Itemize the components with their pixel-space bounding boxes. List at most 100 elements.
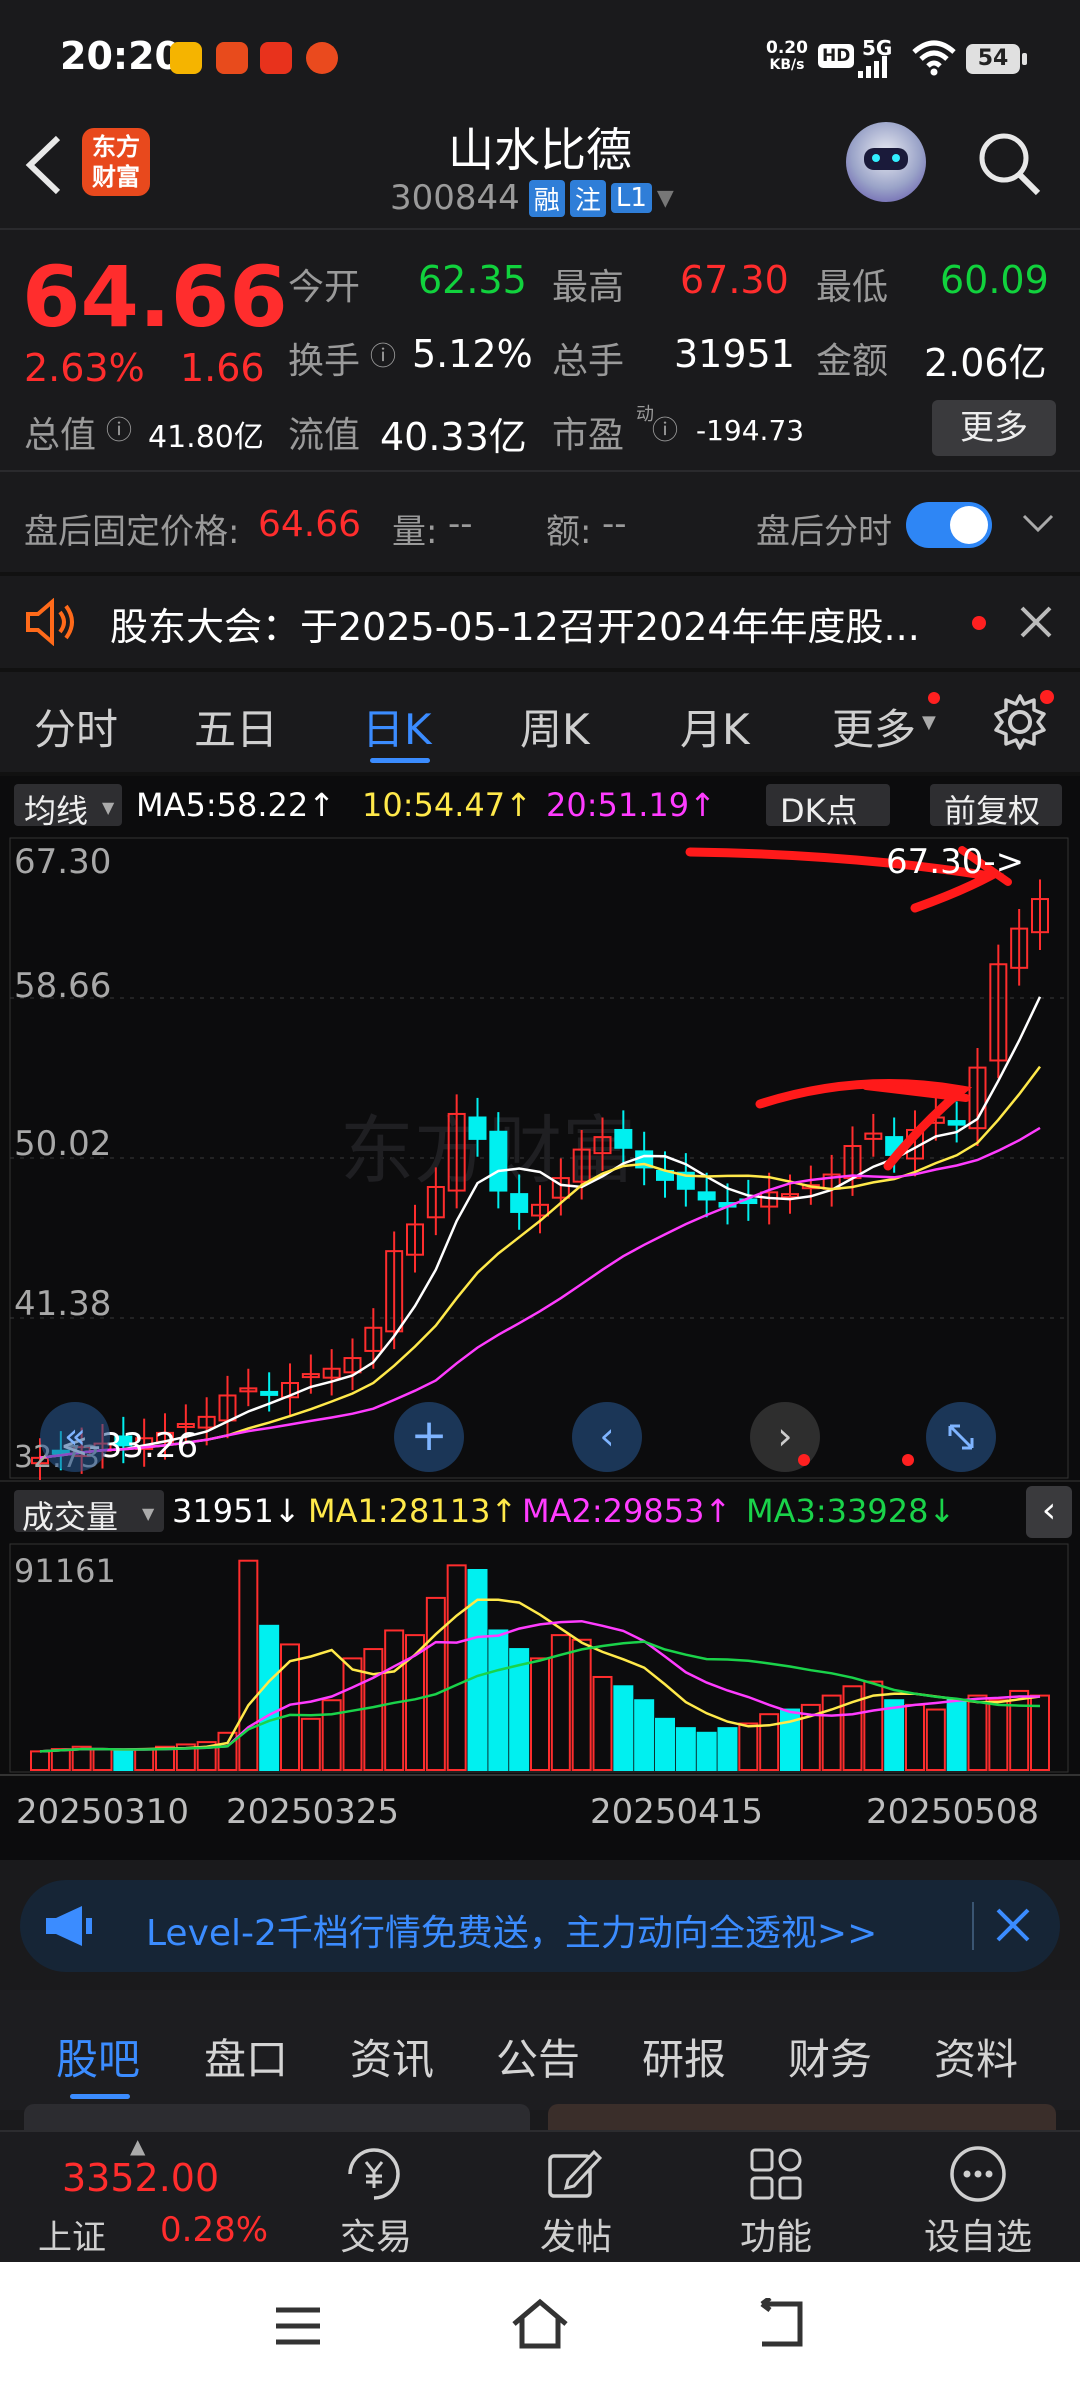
tab-more[interactable]: 更多 <box>832 696 916 757</box>
active-tab-indicator <box>70 2094 130 2099</box>
candle <box>510 1193 529 1213</box>
volume-bar <box>238 1559 259 1772</box>
candle <box>614 1128 633 1149</box>
volume-bar <box>717 1727 738 1772</box>
home-icon[interactable] <box>508 2296 572 2352</box>
chevron-down-icon[interactable]: ▼ <box>657 186 674 211</box>
robot-assistant-icon[interactable] <box>846 122 926 202</box>
volume-bar <box>634 1699 655 1771</box>
back-icon[interactable] <box>752 2298 808 2350</box>
volume-bar <box>92 1748 113 1771</box>
tab-finance[interactable]: 财务 <box>788 2026 872 2087</box>
tab-pankou[interactable]: 盘口 <box>204 2026 288 2087</box>
chevron-up-icon[interactable]: ▲ <box>130 2134 145 2158</box>
status-time: 20:20 <box>60 34 181 78</box>
collapse-panel-button[interactable]: ‹ <box>1026 1486 1072 1538</box>
tab-profile[interactable]: 资料 <box>934 2026 1018 2087</box>
after-hours-price: 64.66 <box>258 504 362 545</box>
nav-add-watchlist[interactable]: 设自选 <box>924 2208 1032 2260</box>
post-icon[interactable] <box>546 2146 602 2202</box>
volume-bar <box>988 1699 1009 1771</box>
promo-text: Level-2千档行情免费送，主力动向全透视>> <box>146 1913 878 1954</box>
date-label: 20250325 <box>226 1792 400 1832</box>
volume-bar <box>759 1713 780 1772</box>
fullscreen-button[interactable] <box>926 1402 996 1472</box>
nav-post[interactable]: 发帖 <box>540 2208 612 2260</box>
info-icon[interactable]: ⓘ <box>370 336 396 373</box>
zoom-in-button[interactable]: + <box>394 1402 464 1472</box>
tab-guba[interactable]: 股吧 <box>56 2026 140 2087</box>
chevron-down-icon[interactable] <box>1020 512 1056 536</box>
nav-trade[interactable]: 交易 <box>340 2208 412 2260</box>
low-value: 60.09 <box>940 258 1049 302</box>
menu-icon[interactable] <box>272 2304 324 2348</box>
float-label: 流值 <box>288 415 361 456</box>
nav-functions[interactable]: 功能 <box>740 2208 812 2260</box>
index-change[interactable]: 0.28% <box>160 2210 268 2250</box>
kline-chart[interactable]: 东方财富 67.30 58.66 50.02 41.38 32.73 67.30… <box>0 836 1080 1480</box>
volume-bar <box>780 1708 800 1772</box>
after-hours-toggle[interactable] <box>906 502 992 548</box>
volume-bar <box>259 1624 280 1771</box>
trade-icon[interactable] <box>342 2146 406 2202</box>
volume-bar <box>675 1727 696 1772</box>
info-icon[interactable]: ⓘ <box>652 410 678 447</box>
change-amount: 1.66 <box>180 346 265 390</box>
kline-svg: 东方财富 <box>9 837 1069 1480</box>
volume-selector[interactable]: 成交量 ▼ <box>14 1490 164 1536</box>
after-hours-vol: -- <box>448 504 473 544</box>
volume-bar <box>300 1717 321 1771</box>
info-icon[interactable]: ⓘ <box>106 410 132 447</box>
tab-news[interactable]: 资讯 <box>350 2026 434 2087</box>
volume-bar <box>738 1722 759 1771</box>
turnover-label: 换手 <box>288 341 361 382</box>
tab-five-day[interactable]: 五日 <box>194 696 278 757</box>
dk-point-button[interactable]: DK点 <box>766 784 890 830</box>
date-axis: 20250310 20250325 20250415 20250508 <box>0 1774 1080 1860</box>
hd-badge: HD <box>818 44 855 68</box>
ma-selector[interactable]: 均线 ▼ <box>14 784 122 830</box>
index-name[interactable]: 上证 <box>38 2210 106 2259</box>
after-hours-bar: 盘后固定价格: 64.66 量: -- 额: -- 盘后分时 <box>0 472 1080 572</box>
mktcap-value: 41.80亿 <box>148 420 264 455</box>
tab-daily-k[interactable]: 日K <box>362 696 432 757</box>
section-tabs: 股吧 盘口 资讯 公告 研报 财务 资料 <box>0 1990 1080 2110</box>
pe-value: -194.73 <box>696 414 805 447</box>
unread-dot <box>972 616 986 630</box>
close-icon[interactable] <box>994 1906 1032 1944</box>
more-button[interactable]: 更多 <box>932 400 1056 456</box>
scroll-left-button[interactable]: ‹ <box>572 1402 642 1472</box>
volume-bar <box>50 1748 71 1771</box>
high-marker: 67.30-> <box>886 842 1025 882</box>
ma10-value: 10:54.47↑ <box>362 786 532 824</box>
turnover-value: 5.12% <box>412 332 533 376</box>
ma5-value: MA5:58.22↑ <box>136 786 336 824</box>
weibo-app-icon <box>170 42 202 74</box>
volume-max-label: 91161 <box>14 1552 116 1590</box>
scroll-start-button[interactable]: « <box>40 1402 110 1472</box>
vol-ma3: MA3:33928↓ <box>746 1492 956 1530</box>
promo-banner[interactable]: Level-2千档行情免费送，主力动向全透视>> <box>20 1880 1060 1972</box>
volume-bar <box>925 1708 946 1772</box>
search-icon[interactable] <box>976 130 1044 200</box>
system-nav-bar <box>0 2262 1080 2388</box>
change-percent: 2.63% <box>24 346 145 390</box>
tab-research[interactable]: 研报 <box>642 2026 726 2087</box>
tab-minute[interactable]: 分时 <box>34 696 118 757</box>
functions-icon[interactable] <box>748 2146 804 2202</box>
close-icon[interactable] <box>1018 604 1054 640</box>
volume-bar <box>488 1629 509 1771</box>
tab-announcements[interactable]: 公告 <box>496 2026 580 2087</box>
index-value[interactable]: 3352.00 <box>62 2156 219 2200</box>
tab-weekly-k[interactable]: 周K <box>520 696 590 757</box>
notice-bar[interactable]: 股东大会：于2025-05-12召开2024年年度股... <box>0 576 1080 668</box>
price-adjust-button[interactable]: 前复权 <box>930 784 1062 830</box>
date-label: 20250508 <box>866 1792 1040 1832</box>
add-watchlist-icon[interactable] <box>948 2144 1008 2204</box>
volume-bar <box>342 1657 363 1771</box>
candle <box>947 1120 966 1126</box>
y-label: 50.02 <box>14 1124 112 1164</box>
tab-monthly-k[interactable]: 月K <box>680 696 750 757</box>
volume-bar <box>884 1699 905 1771</box>
after-hours-label: 盘后固定价格: <box>24 512 240 552</box>
